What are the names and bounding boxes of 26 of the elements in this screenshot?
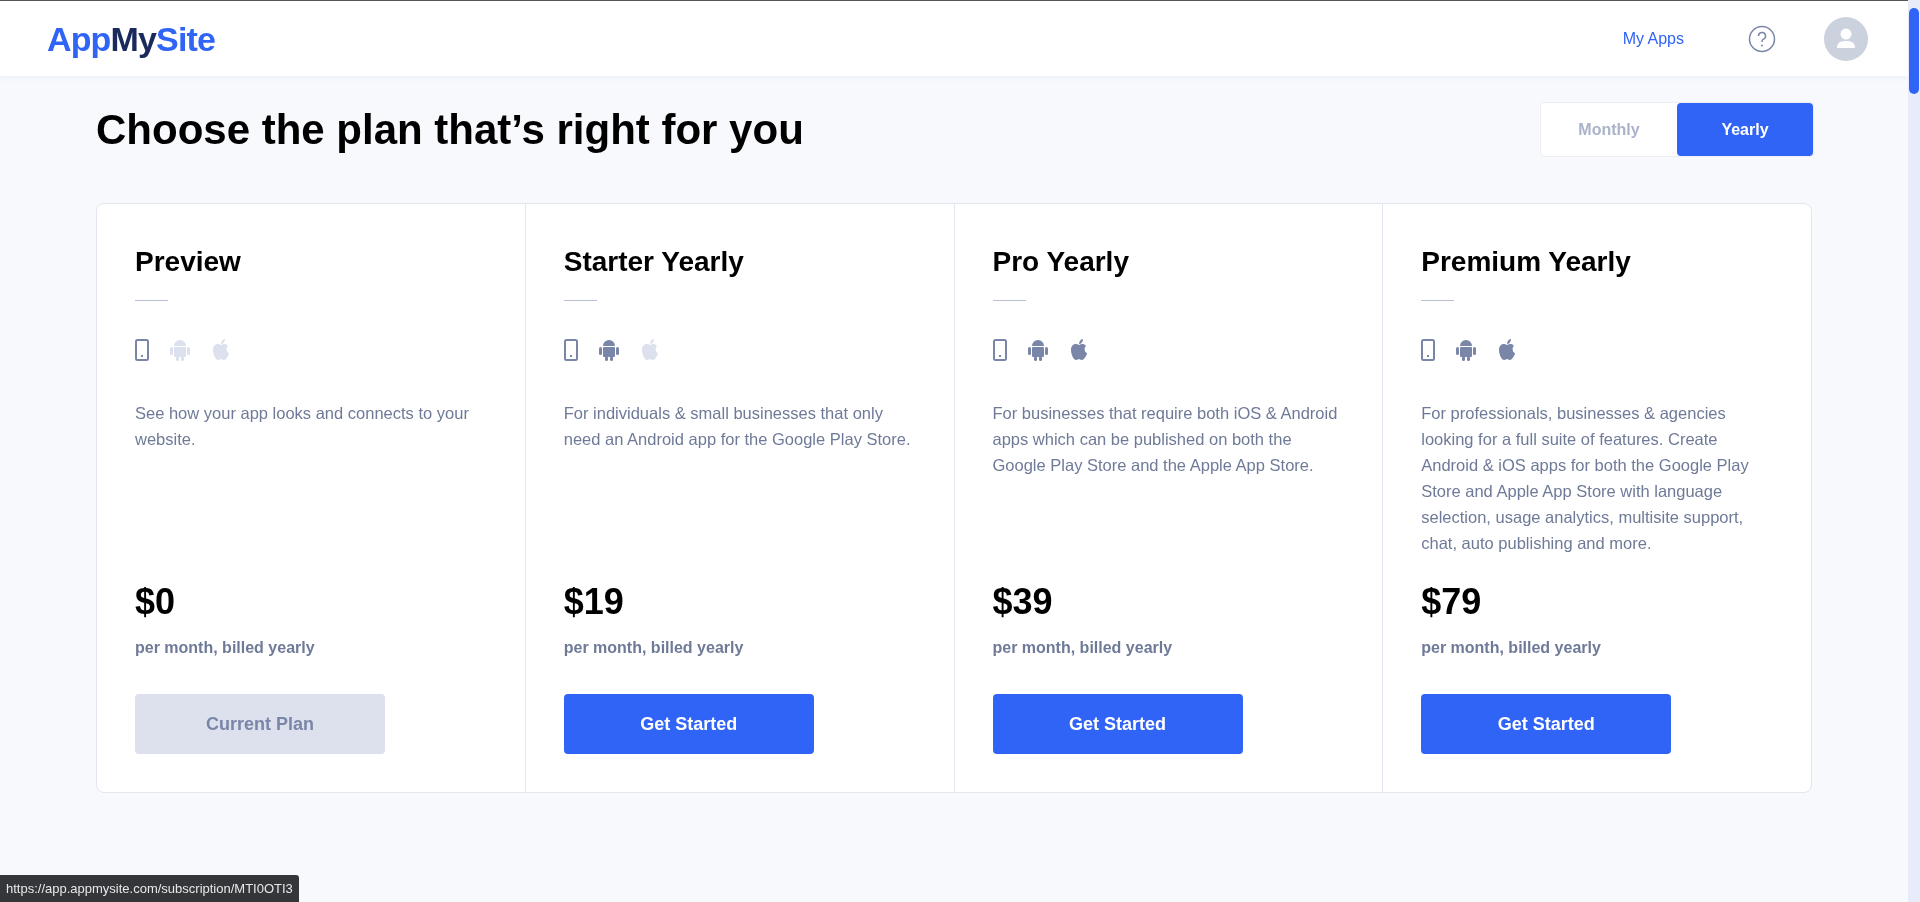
plan-description: For individuals & small businesses that only need an Android app for the Google Play Store. xyxy=(563,403,912,450)
help-icon[interactable] xyxy=(1748,24,1776,53)
get-started-button[interactable]: Get Started xyxy=(563,694,814,754)
page-title: Choose the plan that’s right for you xyxy=(96,105,804,155)
plan-name: Pro Yearly xyxy=(992,245,1130,279)
plan-description: See how your app looks and connects to your website. xyxy=(135,403,470,450)
status-url: https://app.appmysite.com/subscription/MTI0OTI3 xyxy=(0,875,299,902)
plan-description: For professionals, businesses & agencies looking for a full suite of features. Create Android & iOS apps for both the Google Play Store and Apple App Store with language selection, usage analytics, multisite support, chat, auto publishing and more. xyxy=(1421,403,1750,554)
billing-note: per month, billed yearly xyxy=(992,638,1174,658)
logo[interactable]: AppMySite xyxy=(47,21,216,56)
my-apps-link[interactable]: My Apps xyxy=(1622,26,1684,51)
billing-note: per month, billed yearly xyxy=(135,638,316,658)
plan-price: $79 xyxy=(1421,580,1483,624)
plan-description: For businesses that require both iOS & Android apps which can be published on both the Google Play Store and the Apple App Store. xyxy=(992,403,1339,476)
plan-name: Starter Yearly xyxy=(563,245,745,279)
billing-note: per month, billed yearly xyxy=(1421,638,1602,658)
billing-note: per month, billed yearly xyxy=(563,638,745,658)
plan-price: $19 xyxy=(563,580,625,624)
plan-price: $0 xyxy=(135,580,177,624)
plan-price: $39 xyxy=(992,580,1054,624)
billing-tab[interactable]: Yearly xyxy=(1677,103,1813,156)
plan-name: Preview xyxy=(135,245,242,279)
plan-name: Premium Yearly xyxy=(1421,245,1632,279)
scrollbar[interactable] xyxy=(1908,0,1920,902)
get-started-button[interactable]: Get Started xyxy=(1421,694,1672,754)
get-started-button[interactable]: Get Started xyxy=(992,694,1243,754)
